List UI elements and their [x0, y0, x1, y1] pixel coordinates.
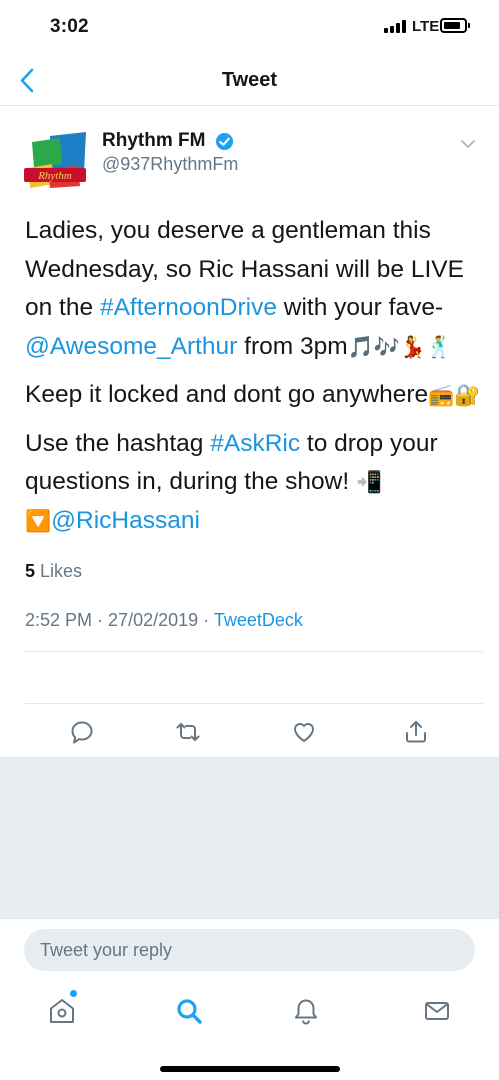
status-bar: 3:02 LTE	[0, 0, 499, 54]
music-emoji: 🎵🎶💃🕺	[347, 334, 453, 359]
tweet-date: 27/02/2019	[108, 610, 199, 630]
hashtag-link[interactable]: #AskRic	[210, 430, 300, 457]
battery-icon	[440, 18, 470, 33]
separator: ·	[198, 610, 214, 630]
retweet-icon	[176, 723, 200, 741]
tweet-paragraph: Keep it locked and dont go anywhere📻🔐	[25, 376, 485, 415]
tab-notifications[interactable]	[291, 996, 321, 1026]
text-span: from 3pm	[237, 332, 348, 360]
tweet-meta: 2:52 PM · 27/02/2019 · TweetDeck	[25, 610, 303, 631]
reply-input[interactable]	[24, 929, 475, 971]
source-link[interactable]: TweetDeck	[214, 610, 303, 630]
home-icon	[50, 999, 74, 1023]
share-icon	[406, 721, 426, 743]
retweet-button[interactable]	[175, 719, 201, 745]
home-indicator	[160, 1066, 340, 1072]
network-label: LTE	[412, 18, 440, 35]
text-span: Use the hashtag	[25, 429, 211, 457]
text-span: Keep it locked and dont go anywhere	[25, 381, 429, 408]
like-button[interactable]	[291, 719, 317, 745]
author-name[interactable]: Rhythm FM	[102, 130, 205, 152]
radio-lock-emoji: 📻🔐	[428, 383, 481, 407]
phone-emoji: 📲	[355, 470, 383, 494]
likes-label: Likes	[35, 561, 83, 581]
tab-search[interactable]	[174, 996, 204, 1026]
signal-icon	[384, 20, 406, 33]
chevron-down-icon[interactable]	[458, 134, 478, 154]
author-handle[interactable]: @937RhythmFm	[102, 154, 238, 175]
tab-messages[interactable]	[422, 996, 452, 1026]
divider	[25, 651, 483, 652]
bell-icon	[295, 999, 317, 1025]
logo-text: Rhythm	[37, 170, 72, 182]
hashtag-link[interactable]: #AfternoonDrive	[100, 294, 277, 321]
author-info[interactable]: Rhythm FM @937RhythmFm	[102, 130, 238, 175]
notification-dot	[70, 990, 77, 997]
nav-bar: Tweet	[0, 54, 499, 106]
verified-badge-icon	[215, 132, 233, 150]
reply-button[interactable]	[69, 719, 95, 745]
heart-icon	[294, 723, 314, 742]
mention-link[interactable]: @RicHassani	[51, 507, 200, 534]
likes-count[interactable]: 5 Likes	[25, 561, 82, 582]
reply-icon	[71, 721, 93, 744]
tweet-text: Ladies, you deserve a gentleman this Wed…	[25, 212, 485, 550]
mail-icon	[425, 1002, 449, 1020]
search-icon	[177, 999, 202, 1024]
divider	[25, 703, 483, 704]
text-span: with your fave-	[276, 294, 444, 321]
status-time: 3:02	[50, 16, 89, 37]
tweet-time: 2:52 PM	[25, 610, 93, 630]
replies-area	[0, 757, 499, 918]
likes-number: 5	[25, 561, 36, 581]
reply-bar	[0, 918, 499, 980]
tweet-paragraph: Use the hashtag #AskRic to drop your que…	[25, 425, 485, 541]
tab-bar	[0, 980, 499, 1080]
page-title: Tweet	[221, 69, 278, 91]
tweet-actions	[0, 719, 499, 759]
mention-link[interactable]: @Awesome_Arthur	[25, 333, 237, 360]
avatar[interactable]: Rhythm	[22, 128, 90, 196]
separator: ·	[92, 610, 109, 630]
tab-home[interactable]	[47, 996, 77, 1026]
down-arrow-emoji: 🔽	[25, 508, 52, 533]
share-button[interactable]	[403, 719, 429, 745]
tweet-paragraph: Ladies, you deserve a gentleman this Wed…	[25, 212, 485, 366]
